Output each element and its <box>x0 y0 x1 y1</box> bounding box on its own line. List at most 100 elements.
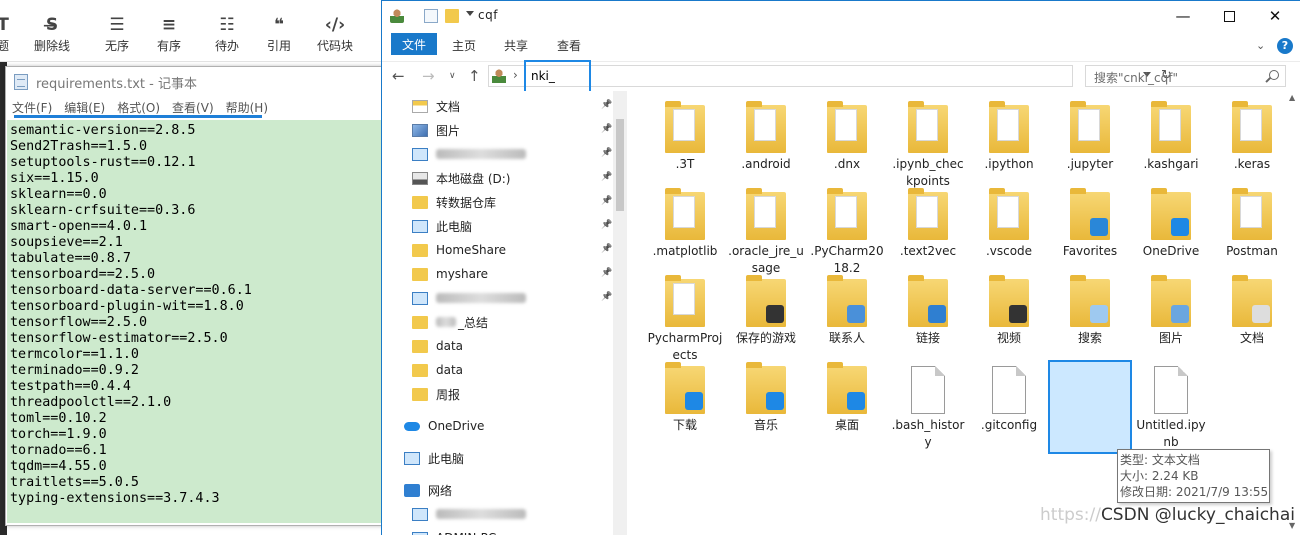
close-button[interactable]: ✕ <box>1252 1 1298 31</box>
tab-home[interactable]: 主页 <box>452 37 476 54</box>
notepad-window[interactable]: requirements.txt - 记事本 文件(F) 编辑(E) 格式(O) 查看… <box>5 66 385 526</box>
file-[interactable]: 图片 <box>1133 275 1209 347</box>
file-[interactable]: 文档 <box>1214 275 1290 347</box>
content-scrollbar[interactable]: ▲ ▼ <box>1286 91 1300 535</box>
file-[interactable]: 保存的游戏 <box>728 275 804 347</box>
file-kashgari[interactable]: .kashgari <box>1133 101 1209 173</box>
pin-icon[interactable]: 📌 <box>601 244 612 254</box>
file-[interactable]: 桌面 <box>809 362 885 434</box>
file-3t[interactable]: .3T <box>647 101 723 173</box>
notepad-menu-item[interactable]: 编辑(E) <box>64 99 105 116</box>
toolbar-code-block-button[interactable]: ‹/› 代码块 <box>308 14 362 54</box>
explorer-titlebar[interactable]: cqf — ✕ <box>382 1 1300 31</box>
nav-item[interactable]: data <box>412 358 617 382</box>
tab-share[interactable]: 共享 <box>504 37 528 54</box>
pin-icon[interactable]: 📌 <box>601 172 612 182</box>
file-explorer-window[interactable]: cqf — ✕ 文件 主页 共享 查看 ⌄ ? ← → ∨ ↑ › nki_ ↻ <box>381 0 1300 535</box>
file-pycharmprojects[interactable]: PycharmProjects <box>647 275 723 364</box>
up-button[interactable]: ↑ <box>468 67 481 85</box>
back-button[interactable]: ← <box>392 67 405 85</box>
nav-item[interactable] <box>412 142 617 166</box>
nav-scrollbar-thumb[interactable] <box>616 119 624 211</box>
ribbon-expand-chevron-icon[interactable]: ⌄ <box>1256 39 1265 52</box>
file-untitled-ipynb[interactable]: Untitled.ipynb <box>1133 366 1209 451</box>
nav-item[interactable]: 周报 <box>412 382 617 406</box>
quick-access-dropdown-icon[interactable] <box>466 11 474 16</box>
pin-icon[interactable]: 📌 <box>601 196 612 206</box>
pin-icon[interactable]: 📌 <box>601 220 612 230</box>
file-ipynb-checkpoints[interactable]: .ipynb_checkpoints <box>890 101 966 190</box>
file-gitconfig[interactable]: .gitconfig <box>971 366 1047 434</box>
pin-icon[interactable]: 📌 <box>601 124 612 134</box>
pin-icon[interactable]: 📌 <box>601 148 612 158</box>
nav-item[interactable]: data <box>412 334 617 358</box>
toolbar-unordered-list-button[interactable]: ☰ 无序 <box>90 14 144 54</box>
nav-root-onedrive[interactable]: OneDrive <box>404 414 609 438</box>
toolbar-quote-button[interactable]: ❝ 引用 <box>252 14 306 54</box>
file-keras[interactable]: .keras <box>1214 101 1290 173</box>
notepad-menu-item[interactable]: 查看(V) <box>172 99 214 116</box>
maximize-button[interactable] <box>1206 1 1252 31</box>
file-[interactable]: 搜索 <box>1052 275 1128 347</box>
properties-icon[interactable] <box>424 9 438 23</box>
toolbar-ordered-list-button[interactable]: ≡ 有序 <box>142 14 196 54</box>
notepad-menu-item[interactable]: 格式(O) <box>117 99 160 116</box>
toolbar-todo-list-button[interactable]: ☷ 待办 <box>200 14 254 54</box>
scroll-up-arrow-icon[interactable]: ▲ <box>1289 93 1295 102</box>
file-[interactable]: 下载 <box>647 362 723 434</box>
search-icon[interactable] <box>1269 70 1279 80</box>
file-matplotlib[interactable]: .matplotlib <box>647 188 723 260</box>
file-favorites[interactable]: Favorites <box>1052 188 1128 260</box>
nav-root-network-pc[interactable] <box>412 502 617 526</box>
forward-button[interactable]: → <box>422 67 435 85</box>
folder-icon <box>908 188 948 240</box>
file-postman[interactable]: Postman <box>1214 188 1290 260</box>
help-icon[interactable]: ? <box>1277 38 1293 54</box>
pin-icon[interactable]: 📌 <box>601 100 612 110</box>
pin-icon[interactable]: 📌 <box>601 268 612 278</box>
nav-root-此电脑[interactable]: 此电脑 <box>404 446 609 470</box>
file-oracle-jre-usage[interactable]: .oracle_jre_usage <box>728 188 804 277</box>
notepad-text-area[interactable]: semantic-version==2.8.5 Send2Trash==1.5.0… <box>7 120 383 523</box>
nav-scrollbar[interactable] <box>613 91 627 535</box>
pin-icon[interactable]: 📌 <box>601 292 612 302</box>
file-[interactable]: 联系人 <box>809 275 885 347</box>
file-android[interactable]: .android <box>728 101 804 173</box>
file-pycharm2018-2[interactable]: .PyCharm2018.2 <box>809 188 885 277</box>
file-bash-history[interactable]: .bash_history <box>890 366 966 451</box>
tab-view[interactable]: 查看 <box>557 37 581 54</box>
breadcrumb-chevron-icon[interactable]: › <box>513 68 518 82</box>
file-jupyter[interactable]: .jupyter <box>1052 101 1128 173</box>
file-[interactable]: 音乐 <box>728 362 804 434</box>
nav-root-网络[interactable]: 网络 <box>404 478 609 502</box>
nav-item[interactable]: HomeShare <box>412 238 617 262</box>
nav-item[interactable]: 本地磁盘 (D:) <box>412 166 617 190</box>
new-folder-icon[interactable] <box>445 9 459 23</box>
tooltip-modified: 修改日期: 2021/7/9 13:55 <box>1120 485 1269 499</box>
file-dnx[interactable]: .dnx <box>809 101 885 173</box>
recent-locations-chevron-icon[interactable]: ∨ <box>449 71 456 81</box>
nav-item[interactable]: 图片 <box>412 118 617 142</box>
minimize-button[interactable]: — <box>1160 1 1206 31</box>
file-ipython[interactable]: .ipython <box>971 101 1047 173</box>
file-[interactable]: 链接 <box>890 275 966 347</box>
file-text2vec[interactable]: .text2vec <box>890 188 966 260</box>
file-vscode[interactable]: .vscode <box>971 188 1047 260</box>
nav-item[interactable]: myshare <box>412 262 617 286</box>
nav-root-admin-pc[interactable]: ADMIN-PC <box>412 526 617 535</box>
file-[interactable]: 视频 <box>971 275 1047 347</box>
nav-item[interactable]: 文档 <box>412 94 617 118</box>
nav-item[interactable] <box>412 286 617 310</box>
tab-file[interactable]: 文件 <box>391 33 437 55</box>
search-input[interactable]: 搜索"cnki_cqf" <box>1085 65 1286 87</box>
nav-item[interactable]: 此电脑 <box>412 214 617 238</box>
nav-item[interactable]: _总结 <box>412 310 617 334</box>
notepad-menu-item[interactable]: 文件(F) <box>12 99 52 116</box>
notepad-menu-item[interactable]: 帮助(H) <box>226 99 268 116</box>
nav-item[interactable]: 转数据仓库 <box>412 190 617 214</box>
toolbar-strikethrough-button[interactable]: S̶ 删除线 <box>25 14 79 54</box>
file-name: PycharmProjects <box>647 331 723 362</box>
text-line: setuptools-rust==0.12.1 <box>10 155 196 170</box>
notepad-titlebar[interactable]: requirements.txt - 记事本 <box>6 67 384 97</box>
file-onedrive[interactable]: OneDrive <box>1133 188 1209 260</box>
